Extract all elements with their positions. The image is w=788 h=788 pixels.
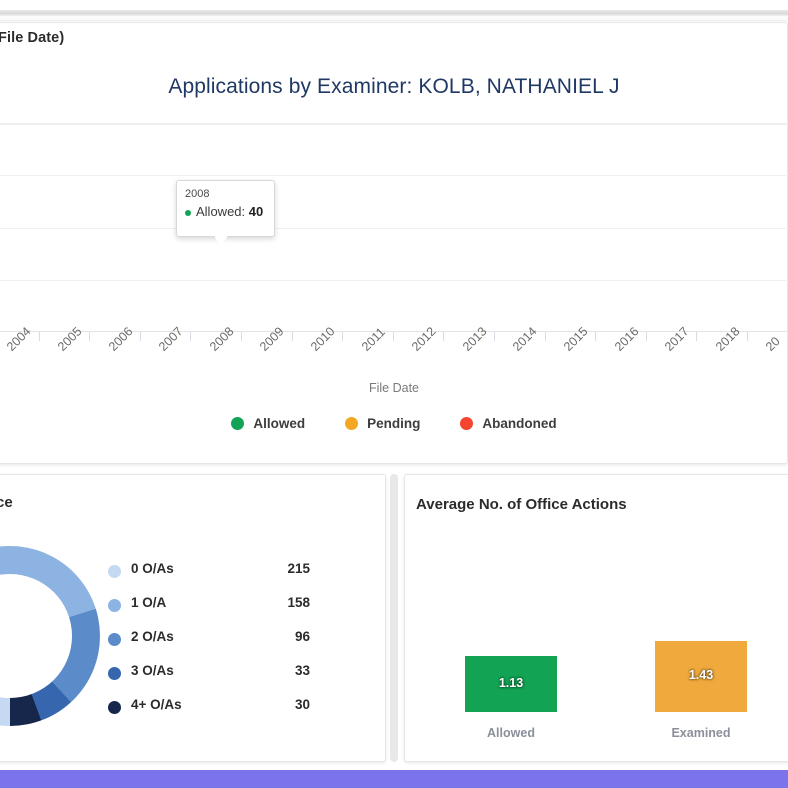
legend-label: Abandoned (482, 416, 557, 431)
x-axis-tick (89, 332, 91, 341)
tooltip-value: 40 (248, 204, 264, 219)
legend-dot-abandoned (460, 417, 474, 430)
donut-legend-label: 2 O/As (131, 629, 174, 644)
x-axis-tick (190, 332, 192, 341)
x-axis-tick (392, 332, 394, 341)
aoa-value-label: 1.43 (688, 668, 714, 683)
bottom-accent-bar (0, 770, 788, 788)
office-actions-donut-chart[interactable] (0, 546, 100, 726)
donut-legend-label: 0 O/As (131, 561, 174, 576)
legend-dot-pending (345, 417, 359, 430)
x-axis-title: File Date (368, 381, 420, 395)
x-axis-tick (291, 332, 293, 341)
aoa-bar-examined[interactable]: 1.43 (655, 640, 747, 712)
vertical-scrollbar[interactable] (390, 474, 398, 762)
donut-legend-label: 1 O/A (131, 595, 167, 610)
chart-tooltip: 2008 Allowed: 40 (176, 180, 275, 237)
donut-legend-dot (108, 599, 121, 612)
donut-legend-value: 158 (287, 595, 310, 610)
donut-legend-row[interactable]: 0 O/As 215 (108, 558, 348, 592)
donut-legend-row[interactable]: 3 O/As 33 (108, 660, 348, 694)
x-axis-tick (443, 332, 445, 341)
bottom-left-panel-title: ce (0, 494, 13, 511)
donut-legend-value: 33 (294, 663, 310, 678)
donut-legend[interactable]: 0 O/As 215 1 O/A 158 2 O/As 96 3 O/As 33 4+ O/As… (108, 558, 348, 728)
x-axis-tick (595, 332, 597, 341)
donut-legend-label: 3 O/As (131, 663, 174, 678)
donut-legend-dot (108, 565, 121, 578)
donut-legend-dot (108, 667, 121, 680)
bottom-right-panel-title: Average No. of Office Actions (416, 496, 627, 513)
donut-legend-label: 4+ O/As (131, 697, 182, 712)
donut-legend-row[interactable]: 2 O/As 96 (108, 626, 348, 660)
x-axis-tick (747, 332, 748, 341)
x-axis-tick (494, 332, 495, 341)
chart-legend[interactable]: Allowed Pending Abandoned (0, 416, 788, 431)
aoa-bar-allowed[interactable]: 1.13 (465, 655, 557, 712)
x-axis-tick (696, 332, 698, 341)
x-axis-tick (645, 332, 647, 341)
x-axis-tick (241, 332, 242, 341)
app-root: File Date) Applications by Examiner: KOL… (0, 0, 788, 788)
legend-dot-allowed (231, 417, 245, 430)
donut-legend-value: 96 (294, 629, 310, 644)
stacked-bar-series[interactable] (0, 0, 788, 332)
legend-label: Allowed (253, 416, 306, 431)
aoa-value-label: 1.13 (498, 675, 524, 690)
x-axis-tick (139, 332, 141, 341)
donut-legend-row[interactable]: 4+ O/As 30 (108, 694, 348, 728)
x-axis-tick (38, 332, 40, 341)
tooltip-colon: : (241, 204, 249, 219)
tooltip-series-dot (185, 209, 191, 216)
tooltip-year: 2008 (185, 188, 210, 200)
legend-item-abandoned[interactable]: Abandoned (460, 416, 557, 431)
donut-legend-row[interactable]: 1 O/A 158 (108, 592, 348, 626)
legend-label: Pending (367, 416, 421, 431)
x-axis-tick (544, 332, 546, 341)
legend-item-pending[interactable]: Pending (345, 416, 420, 431)
donut-legend-value: 30 (294, 697, 310, 712)
donut-legend-dot (108, 633, 121, 646)
x-axis-tick (342, 332, 344, 341)
tooltip-series-label: Allowed (196, 204, 242, 219)
donut-legend-dot (108, 701, 121, 714)
average-office-actions-card (404, 474, 788, 762)
tooltip-series-row: Allowed: 40 (185, 204, 266, 219)
aoa-category-label: Allowed (487, 726, 535, 740)
donut-legend-value: 215 (287, 561, 310, 576)
legend-item-allowed[interactable]: Allowed (231, 416, 305, 431)
aoa-category-label: Examined (671, 726, 731, 740)
